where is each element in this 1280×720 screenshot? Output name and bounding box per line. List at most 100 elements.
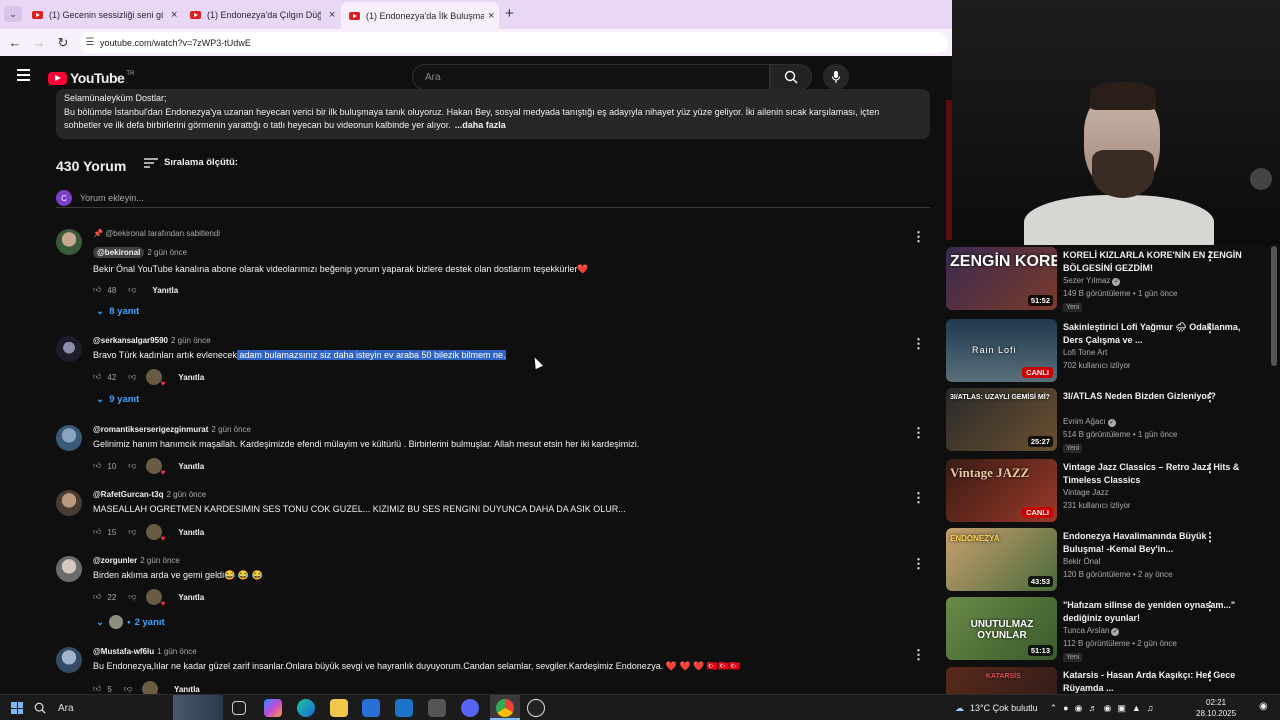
obs-icon[interactable] xyxy=(527,699,545,717)
recommended-video[interactable]: Vintage JAZZ CANLI Vintage Jazz Classics… xyxy=(946,459,1276,523)
close-tab-icon[interactable]: × xyxy=(329,9,335,21)
like-icon[interactable]: 👍︎ xyxy=(93,592,101,602)
add-comment-row[interactable]: C Yorum ekleyin... xyxy=(56,190,930,208)
url-field[interactable]: ☰ youtube.com/watch?v=7zWP3-tUdwE xyxy=(80,32,948,53)
more-options-icon[interactable]: ⋮ xyxy=(912,336,925,352)
author-name[interactable]: @Mustafa-wf6lu xyxy=(93,647,154,656)
video-title[interactable]: KORELİ KIZLARLA KORE'NİN EN ZENGİN BÖLGE… xyxy=(1063,249,1243,274)
video-thumbnail[interactable]: ZENGİN KORE 51:52 xyxy=(946,247,1057,310)
channel-name[interactable]: Lofi Tone Art xyxy=(1063,348,1107,357)
show-replies-button[interactable]: ⌄ 9 yanıt xyxy=(96,394,139,405)
dislike-icon[interactable]: 👎︎ xyxy=(128,285,136,295)
video-thumbnail[interactable]: KATARSİS xyxy=(946,667,1057,694)
tab-1[interactable]: (1) Gecenin sessizliği seni güçlü... × xyxy=(24,4,177,26)
weather-text[interactable]: 13°C Çok bulutlu xyxy=(970,703,1038,713)
discord-icon[interactable] xyxy=(461,699,479,717)
more-options-icon[interactable]: ⋮ xyxy=(912,556,925,572)
comment-time[interactable]: 2 gün önce xyxy=(211,425,251,434)
author-name[interactable]: @zorgunler xyxy=(93,556,137,565)
voice-search-button[interactable] xyxy=(823,64,849,90)
more-options-icon[interactable]: ⋮ xyxy=(1204,321,1216,335)
back-icon[interactable]: ← xyxy=(3,35,27,50)
task-view-icon[interactable] xyxy=(232,701,246,715)
reply-button[interactable]: Yanıtla xyxy=(178,373,204,382)
recommended-video[interactable]: ENDONEZYA 43:53 Endonezya Havalimanında … xyxy=(946,528,1276,592)
recommended-video[interactable]: UNUTULMAZ OYUNLAR 51:13 "Hafızam silinse… xyxy=(946,597,1276,662)
recommended-video[interactable]: 3I/ATLAS: UZAYLI GEMİSİ Mİ? 25:27 3I/ATL… xyxy=(946,388,1276,453)
video-title[interactable]: Katarsis - Hasan Arda Kaşıkçı: Her Gece … xyxy=(1063,669,1243,694)
more-options-icon[interactable]: ⋮ xyxy=(1204,390,1216,404)
menu-icon[interactable] xyxy=(17,69,30,81)
avatar[interactable] xyxy=(56,425,82,451)
reply-button[interactable]: Yanıtla xyxy=(152,286,178,295)
show-replies-button[interactable]: ⌄ • 2 yanıt xyxy=(96,615,165,629)
tab-list-icon[interactable]: ⌄ xyxy=(4,6,22,22)
tab-3-active[interactable]: (1) Endonezya'da İlk Buluşma!... × xyxy=(341,2,499,29)
comment-time[interactable]: 1 gün önce xyxy=(157,647,197,656)
comment-time[interactable]: 2 gün önce xyxy=(147,248,187,257)
video-title[interactable]: Vintage Jazz Classics – Retro Jazz Hits … xyxy=(1063,461,1243,486)
dislike-icon[interactable]: 👎︎ xyxy=(128,592,136,602)
avatar[interactable] xyxy=(56,556,82,582)
video-thumbnail[interactable]: Vintage JAZZ CANLI xyxy=(946,459,1057,522)
dislike-icon[interactable]: 👎︎ xyxy=(124,684,132,694)
channel-name[interactable]: Vintage Jazz xyxy=(1063,488,1109,497)
recommended-video[interactable]: KATARSİS Katarsis - Hasan Arda Kaşıkçı: … xyxy=(946,667,1276,694)
edge-icon[interactable] xyxy=(297,699,315,717)
file-explorer-icon[interactable] xyxy=(330,699,348,717)
author-name[interactable]: @RafetGurcan-t3q xyxy=(93,490,163,499)
close-tab-icon[interactable]: × xyxy=(171,9,177,21)
channel-name[interactable]: Sezer Yılmaz ✓ xyxy=(1063,276,1121,286)
avatar[interactable] xyxy=(56,647,82,673)
more-options-icon[interactable]: ⋮ xyxy=(912,229,925,245)
more-options-icon[interactable]: ⋮ xyxy=(912,425,925,441)
video-thumbnail[interactable]: Rain Lofi CANLI xyxy=(946,319,1057,382)
more-options-icon[interactable]: ⋮ xyxy=(1204,461,1216,475)
copilot-icon[interactable] xyxy=(264,699,282,717)
search-input[interactable]: Ara xyxy=(412,64,770,90)
mail-icon[interactable] xyxy=(395,699,413,717)
like-icon[interactable]: 👍︎ xyxy=(93,285,101,295)
close-tab-icon[interactable]: × xyxy=(488,10,494,22)
video-title[interactable]: Endonezya Havalimanında Büyük Buluşma! -… xyxy=(1063,530,1243,555)
channel-name[interactable]: Evrim Ağacı ✓ xyxy=(1063,417,1116,427)
video-title[interactable]: "Hafızam silinse de yeniden oynasam..." … xyxy=(1063,599,1243,624)
avatar[interactable] xyxy=(56,336,82,362)
channel-name[interactable]: Bekir Önal xyxy=(1063,557,1100,566)
dislike-icon[interactable]: 👎︎ xyxy=(128,527,136,537)
sort-button[interactable]: Sıralama ölçütü: xyxy=(144,157,238,168)
site-info-icon[interactable]: ☰ xyxy=(80,37,100,48)
app-icon[interactable] xyxy=(428,699,446,717)
more-options-icon[interactable]: ⋮ xyxy=(912,490,925,506)
video-description[interactable]: Selamünaleyküm Dostlar; Bu bölümde İstan… xyxy=(56,89,930,139)
like-icon[interactable]: 👍︎ xyxy=(93,527,101,537)
sidebar-scrollbar[interactable] xyxy=(1271,246,1277,366)
store-icon[interactable] xyxy=(362,699,380,717)
reply-button[interactable]: Yanıtla xyxy=(178,593,204,602)
author-name[interactable]: @serkansalgar9590 xyxy=(93,336,168,345)
notification-icon[interactable]: ◉ xyxy=(1259,701,1268,712)
channel-name[interactable]: Tunca Arslan ✓ xyxy=(1063,626,1120,636)
clock[interactable]: 02:21 28.10.2025 xyxy=(1196,697,1236,719)
video-thumbnail[interactable]: 3I/ATLAS: UZAYLI GEMİSİ Mİ? 25:27 xyxy=(946,388,1057,451)
new-tab-icon[interactable]: + xyxy=(505,5,514,22)
reply-button[interactable]: Yanıtla xyxy=(178,462,204,471)
video-thumbnail[interactable]: UNUTULMAZ OYUNLAR 51:13 xyxy=(946,597,1057,660)
more-options-icon[interactable]: ⋮ xyxy=(1204,669,1216,683)
like-icon[interactable]: 👍︎ xyxy=(93,461,101,471)
recommended-video[interactable]: Rain Lofi CANLI Sakinleştirici Lofi Yağm… xyxy=(946,319,1276,383)
more-options-icon[interactable]: ⋮ xyxy=(1204,599,1216,613)
author-name[interactable]: @bekironal xyxy=(93,247,145,258)
more-options-icon[interactable]: ⋮ xyxy=(912,647,925,663)
reply-button[interactable]: Yanıtla xyxy=(178,528,204,537)
video-thumbnail[interactable]: ENDONEZYA 43:53 xyxy=(946,528,1057,591)
more-options-icon[interactable]: ⋮ xyxy=(1204,530,1216,544)
forward-icon[interactable]: → xyxy=(27,35,51,50)
avatar[interactable] xyxy=(56,490,82,516)
avatar[interactable] xyxy=(56,229,82,255)
comment-time[interactable]: 2 gün önce xyxy=(166,490,206,499)
like-icon[interactable]: 👍︎ xyxy=(93,684,101,694)
show-replies-button[interactable]: ⌄ 8 yanıt xyxy=(96,306,139,317)
video-title[interactable]: 3I/ATLAS Neden Bizden Gizleniyor? xyxy=(1063,390,1243,403)
tray-icons[interactable]: ⌃●◉♬◉▣▲♫ xyxy=(1050,703,1160,714)
